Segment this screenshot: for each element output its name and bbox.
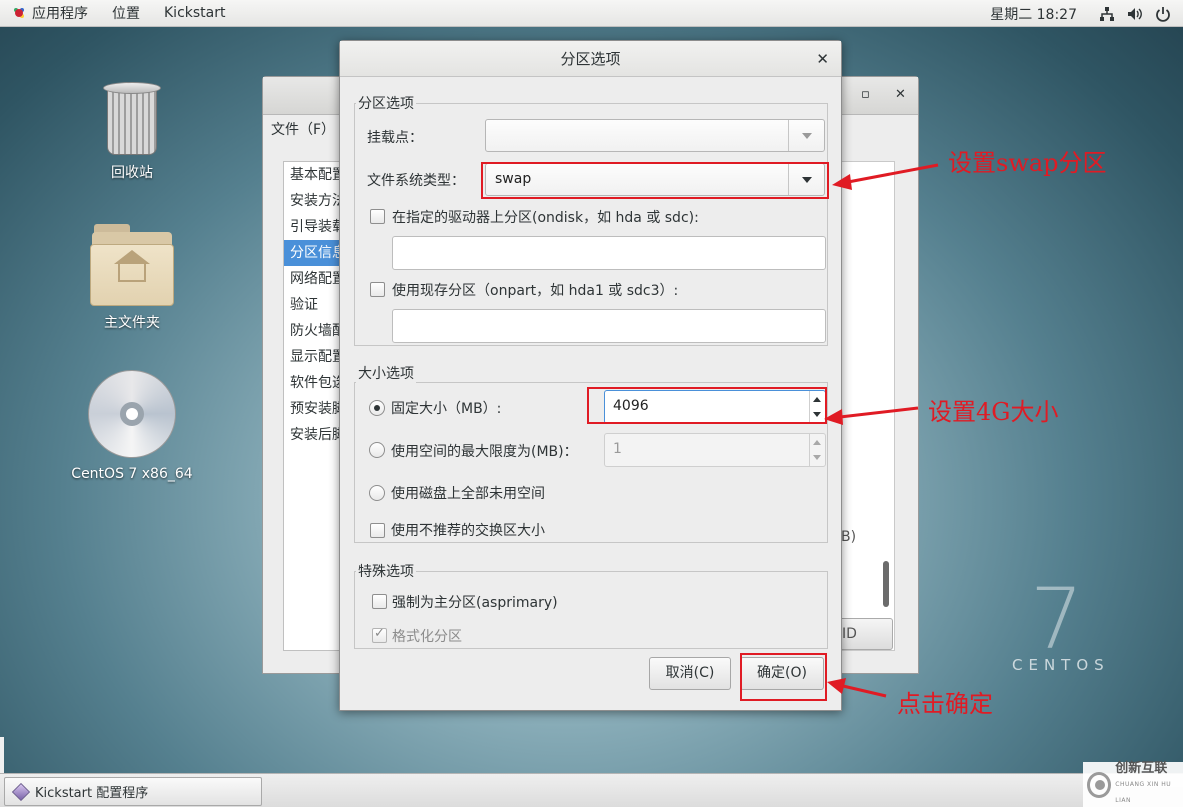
max-size-label: 使用空间的最大限度为(MB)： — [391, 444, 578, 460]
sidebar-item[interactable]: 安装方法 — [284, 188, 342, 214]
onpart-label: 使用现存分区（onpart，如 hda1 或 sdc3）: — [392, 283, 679, 299]
sidebar-item[interactable]: 显示配置 — [284, 344, 342, 370]
ondisk-checkbox[interactable] — [370, 209, 385, 224]
brand-name: 创新互联 — [1115, 760, 1168, 776]
format-checkbox[interactable] — [372, 626, 387, 643]
dialog-title: 分区选项 — [560, 50, 621, 68]
sidebar-item[interactable]: 基本配置 — [284, 162, 342, 188]
config-sidebar: 基本配置 安装方法 引导装载 分区信息 网络配置 验证 防火墙配置 显示配置 软… — [283, 161, 343, 651]
size-group-label: 大小选项 — [356, 363, 416, 383]
top-panel: 应用程序 位置 Kickstart 星期二 18:27 — [0, 0, 1183, 27]
cd-label: CentOS 7 x86_64 — [71, 466, 193, 482]
fixed-size-radio[interactable] — [369, 400, 385, 416]
sidebar-item[interactable]: 验证 — [284, 292, 342, 318]
sidebar-item[interactable]: 软件包选择 — [284, 370, 342, 396]
desktop-home[interactable]: 主文件夹 — [67, 222, 197, 332]
cancel-button[interactable]: 取消(C) — [649, 657, 731, 690]
annotation-ok: 点击确定 — [897, 690, 993, 718]
onpart-checkbox[interactable] — [370, 282, 385, 297]
recommended-swap-label: 使用不推荐的交换区大小 — [391, 523, 545, 539]
clock[interactable]: 星期二 18:27 — [990, 4, 1077, 24]
menu-file[interactable]: 文件（F） — [271, 119, 335, 139]
fill-disk-radio[interactable] — [369, 485, 385, 501]
centos-watermark-number: 7 — [1030, 570, 1084, 668]
disc-icon — [88, 370, 176, 458]
max-size-stepper[interactable] — [809, 434, 825, 466]
mount-point-combo[interactable] — [485, 119, 825, 152]
partition-options-dialog: 分区选项 ✕ 分区选项 挂载点： 文件系统类型： swap 在指定的驱动器上分区… — [339, 40, 842, 711]
sidebar-item[interactable]: 防火墙配置 — [284, 318, 342, 344]
brand-sub: CHUANG XIN HU LIAN — [1115, 780, 1172, 804]
sidebar-item-selected[interactable]: 分区信息 — [284, 240, 342, 266]
max-size-radio[interactable] — [369, 442, 385, 458]
spin-up-icon[interactable] — [813, 440, 821, 445]
brand-watermark: 创新互联 CHUANG XIN HU LIAN — [1083, 760, 1183, 807]
annotation-size: 设置4G大小 — [928, 398, 1059, 426]
places-label: 位置 — [112, 6, 140, 22]
highlight-size — [587, 387, 827, 424]
mount-point-dropdown-icon[interactable] — [788, 120, 824, 151]
spin-down-icon[interactable] — [813, 455, 821, 460]
app-menu[interactable]: Kickstart — [152, 0, 237, 27]
desktop-trash[interactable]: 回收站 — [67, 78, 197, 182]
asprimary-label: 强制为主分区(asprimary) — [392, 595, 558, 611]
asprimary-checkbox[interactable] — [372, 594, 387, 609]
home-folder-icon — [90, 222, 174, 306]
fs-type-label: 文件系统类型： — [367, 173, 465, 189]
partition-list-fragment: B) — [841, 529, 857, 545]
highlight-fs-type — [481, 162, 829, 199]
applications-label: 应用程序 — [32, 6, 88, 22]
scrollbar-thumb[interactable] — [883, 561, 889, 607]
applications-menu[interactable]: 应用程序 — [0, 0, 100, 27]
format-label: 格式化分区 — [392, 629, 462, 645]
fill-disk-label: 使用磁盘上全部未用空间 — [391, 486, 545, 502]
sidebar-item[interactable]: 网络配置 — [284, 266, 342, 292]
applications-icon — [12, 6, 26, 20]
sidebar-item[interactable]: 安装后脚本 — [284, 422, 342, 448]
ondisk-input[interactable] — [392, 236, 826, 270]
sidebar-item[interactable]: 预安装脚本 — [284, 396, 342, 422]
trash-label: 回收站 — [111, 165, 153, 181]
max-size-spinner[interactable]: 1 — [604, 433, 826, 467]
places-menu[interactable]: 位置 — [100, 0, 152, 27]
taskbar-item-label: Kickstart 配置程序 — [35, 786, 149, 801]
recommended-swap-checkbox[interactable] — [370, 523, 385, 538]
sidebar-item[interactable]: 引导装载 — [284, 214, 342, 240]
taskbar: Kickstart 配置程序 — [0, 773, 1183, 807]
volume-icon[interactable] — [1127, 6, 1143, 22]
close-icon[interactable]: ✕ — [895, 87, 906, 102]
partition-group-label: 分区选项 — [356, 93, 416, 113]
maximize-icon[interactable]: ▫ — [861, 87, 870, 102]
desktop-cd[interactable]: CentOS 7 x86_64 — [67, 368, 197, 482]
fixed-size-label: 固定大小（MB）: — [391, 401, 502, 417]
onpart-input[interactable] — [392, 309, 826, 343]
edge-sliver — [0, 737, 4, 773]
max-size-value: 1 — [613, 441, 622, 457]
annotation-swap: 设置swap分区 — [948, 149, 1107, 177]
kickstart-app-icon — [11, 782, 31, 801]
dialog-close-icon[interactable]: ✕ — [816, 41, 829, 77]
power-icon[interactable] — [1155, 6, 1171, 22]
dialog-titlebar: 分区选项 ✕ — [340, 41, 841, 77]
bg-button-fragment[interactable]: ID — [839, 618, 893, 650]
taskbar-kickstart-item[interactable]: Kickstart 配置程序 — [4, 777, 262, 806]
highlight-ok — [740, 653, 827, 701]
trash-icon — [103, 82, 161, 156]
home-label: 主文件夹 — [104, 315, 160, 331]
status-area: 星期二 18:27 — [990, 0, 1183, 27]
network-icon[interactable] — [1099, 6, 1115, 22]
special-group-label: 特殊选项 — [356, 561, 416, 581]
mount-point-label: 挂载点： — [367, 130, 423, 146]
centos-watermark-word: CENTOS — [1012, 656, 1110, 674]
brand-logo-icon — [1087, 771, 1112, 798]
ondisk-label: 在指定的驱动器上分区(ondisk，如 hda 或 sdc): — [392, 210, 699, 226]
app-menu-label: Kickstart — [164, 5, 226, 21]
